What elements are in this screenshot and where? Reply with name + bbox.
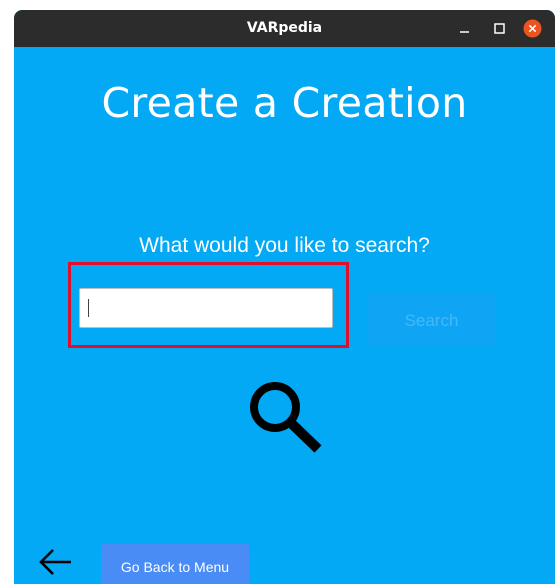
minimize-icon[interactable] bbox=[455, 19, 474, 38]
title-bar[interactable]: VARpedia bbox=[14, 10, 555, 47]
search-input[interactable] bbox=[79, 288, 333, 328]
page-title: Create a Creation bbox=[101, 79, 468, 127]
search-prompt: What would you like to search? bbox=[139, 234, 430, 257]
arrow-left-icon[interactable] bbox=[37, 547, 73, 577]
search-button[interactable]: Search bbox=[367, 294, 496, 345]
go-back-to-menu-button[interactable]: Go Back to Menu bbox=[101, 544, 249, 584]
text-cursor bbox=[88, 299, 89, 317]
maximize-icon[interactable] bbox=[490, 19, 509, 38]
close-icon[interactable] bbox=[523, 19, 542, 38]
main-content: Create a Creation What would you like to… bbox=[14, 47, 555, 584]
app-window: VARpedia Create a Creation What would yo… bbox=[14, 10, 555, 584]
magnifier-icon bbox=[250, 382, 322, 453]
